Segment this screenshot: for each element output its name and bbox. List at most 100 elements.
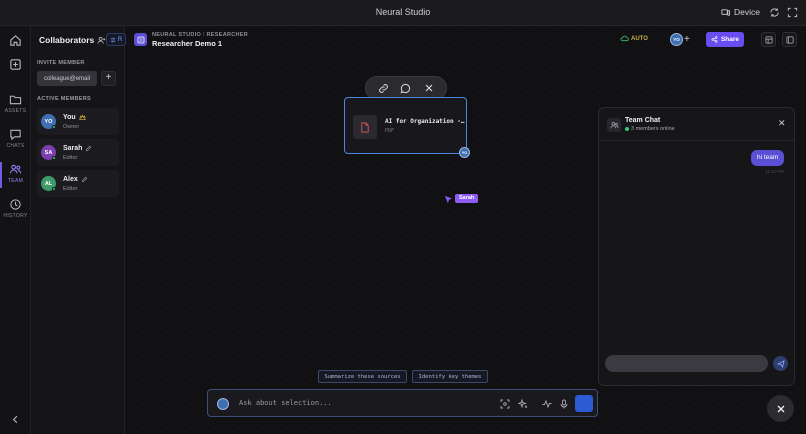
close-icon (776, 404, 786, 414)
prompt-input[interactable]: Ask about selection... (239, 399, 332, 407)
members-online-text: 3 members online (631, 126, 675, 132)
team-icon (9, 163, 22, 176)
chat-send-button[interactable] (773, 356, 788, 371)
chat-message-bubble: hi team (751, 150, 785, 166)
send-icon (776, 359, 785, 368)
team-chat-title: Team Chat (625, 117, 661, 124)
share-icon (711, 36, 718, 43)
rail-label-assets: ASSETS (4, 108, 27, 114)
r-button[interactable]: R (106, 33, 126, 46)
chat-icon (9, 128, 22, 141)
panel-icon (765, 36, 773, 44)
share-label: Share (720, 36, 740, 43)
auto-save-status[interactable]: AUTO (620, 35, 648, 42)
invite-add-button[interactable]: + (101, 71, 116, 86)
member-name: Sarah (63, 145, 92, 152)
refresh-icon[interactable] (769, 7, 780, 18)
document-title: AI for Organization -… (385, 118, 465, 125)
project-name: Researcher Demo 1 (152, 39, 223, 48)
remote-cursor-label: Sarah (455, 194, 479, 203)
team-chat-subtitle: 3 members online (625, 126, 675, 132)
collaborators-title: Collaborators (39, 35, 95, 45)
online-indicator (52, 156, 56, 160)
prompt-send-button[interactable] (575, 395, 593, 412)
comment-icon[interactable] (400, 83, 411, 94)
add-square-icon[interactable] (9, 58, 22, 71)
member-card-alex[interactable]: AL Alex Editor (37, 170, 119, 197)
left-rail: ASSETS CHATS TEAM HISTORY (0, 26, 31, 434)
collapse-icon[interactable] (9, 413, 22, 426)
member-name-text: Sarah (63, 145, 83, 152)
current-user-avatar[interactable]: YO (670, 33, 683, 46)
collaborators-panel: Collaborators INVITE MEMBER colleague@em… (31, 26, 125, 434)
home-icon[interactable] (9, 34, 22, 47)
device-toggle[interactable]: Device (721, 7, 760, 17)
layout-toggle-button[interactable] (761, 32, 776, 47)
member-name: You (63, 114, 86, 121)
member-name: Alex (63, 176, 88, 183)
rail-active-indicator (0, 162, 2, 188)
suggestion-chip-summarize[interactable]: Summarize these sources (318, 370, 407, 383)
team-chat-header: Team Chat 3 members online ✕ (599, 108, 794, 141)
auto-label: AUTO (631, 35, 648, 42)
document-owner-badge: YO (459, 147, 470, 158)
cloud-check-icon (620, 35, 629, 42)
team-chat-icon (607, 118, 621, 132)
close-icon[interactable] (423, 83, 434, 94)
online-indicator (625, 127, 629, 131)
prompt-bar: Ask about selection... (207, 389, 598, 417)
remote-cursor-icon (444, 195, 453, 204)
document-type: PDF (385, 128, 395, 134)
device-label: Device (734, 7, 760, 17)
r-button-label: R (117, 36, 123, 43)
share-button[interactable]: Share (706, 32, 744, 47)
project-icon (134, 33, 147, 46)
sidebar-toggle-button[interactable] (782, 32, 797, 47)
window-title: Neural Studio (375, 7, 431, 17)
member-name-text: You (63, 114, 76, 121)
add-collaborator-button[interactable]: + (684, 33, 690, 46)
waveform-icon[interactable] (541, 398, 552, 409)
member-role: Owner (63, 124, 80, 130)
history-icon (9, 198, 22, 211)
pencil-icon[interactable] (81, 176, 88, 183)
breadcrumb-studio[interactable]: NEURAL STUDIO (152, 32, 201, 38)
pdf-file-icon (353, 115, 377, 139)
chat-message-time: 11:12 PM (765, 169, 784, 174)
active-members-label: ACTIVE MEMBERS (37, 96, 92, 102)
rail-label-history: HISTORY (3, 213, 28, 219)
document-node[interactable]: AI for Organization -… PDF YO (344, 97, 470, 158)
breadcrumb: NEURAL STUDIO / RESEARCHER (152, 32, 249, 38)
chat-close-icon[interactable]: ✕ (778, 119, 786, 128)
pencil-icon[interactable] (85, 145, 92, 152)
team-chat-panel: Team Chat 3 members online ✕ hi team 11:… (598, 107, 795, 386)
title-bar: Neural Studio Device (0, 0, 806, 26)
sidebar-icon (786, 36, 794, 44)
sparkle-icon[interactable] (517, 398, 528, 409)
crown-icon (79, 114, 86, 121)
add-person-icon[interactable] (97, 36, 106, 45)
rail-label-team: TEAM (7, 178, 24, 184)
invite-email-input[interactable]: colleague@email (37, 71, 97, 86)
online-indicator (52, 125, 56, 129)
member-card-sarah[interactable]: SA Sarah Editor (37, 139, 119, 166)
collaborators-header: Collaborators (39, 35, 106, 45)
member-role: Editor (63, 155, 78, 161)
online-indicator (52, 187, 56, 191)
microphone-icon[interactable] (558, 398, 569, 409)
scan-icon[interactable] (499, 398, 510, 409)
assistant-avatar (217, 398, 229, 410)
swap-icon (110, 37, 116, 43)
suggestion-chip-themes[interactable]: Identify key themes (412, 370, 488, 383)
member-card-you[interactable]: YO You Owner (37, 108, 119, 135)
member-role: Editor (63, 186, 78, 192)
member-name-text: Alex (63, 176, 78, 183)
folder-icon (9, 93, 22, 106)
expand-icon[interactable] (787, 7, 798, 18)
close-fab-button[interactable] (767, 395, 794, 422)
rail-label-chats: CHATS (6, 143, 25, 149)
breadcrumb-researcher[interactable]: RESEARCHER (207, 32, 249, 38)
device-icon (721, 8, 730, 17)
chat-message-input[interactable] (605, 355, 768, 372)
link-icon[interactable] (378, 83, 389, 94)
